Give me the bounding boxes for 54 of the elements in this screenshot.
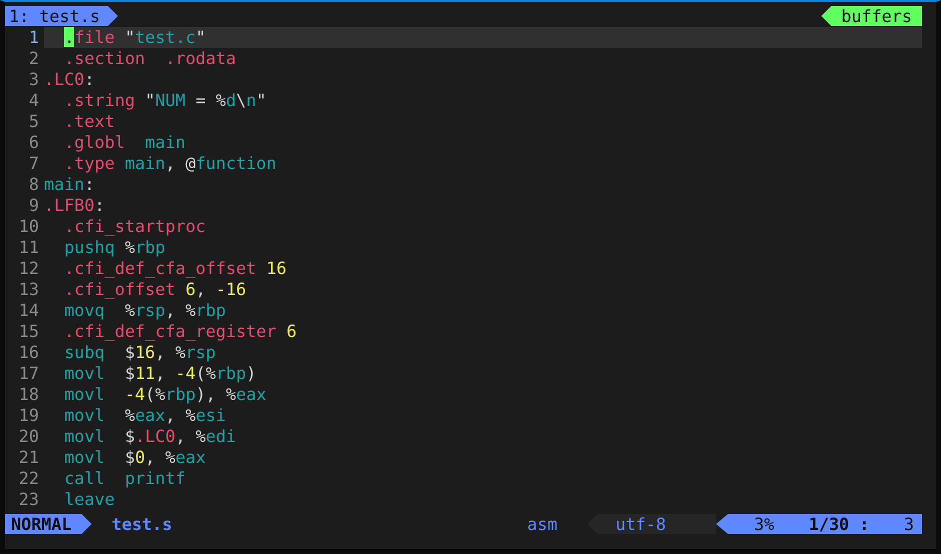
code-line: main:: [44, 174, 96, 195]
line-number: 20: [18, 426, 40, 447]
buffers-label: buffers: [821, 6, 922, 26]
line-number: 5: [28, 111, 40, 132]
cursor-position: 1/30 :: [808, 514, 870, 534]
line-number: 21: [18, 447, 40, 468]
code-line: movl $0, %eax: [63, 447, 207, 468]
code-line: .cfi_def_cfa_offset 16: [63, 258, 288, 279]
code-line: .type main, @function: [63, 153, 278, 174]
file-encoding: utf-8: [587, 514, 716, 534]
line-number: 11: [18, 237, 40, 258]
line-number: 3: [28, 69, 40, 90]
code-line: subq $16, %rsp: [63, 342, 217, 363]
code-line: .cfi_offset 6, -16: [63, 279, 248, 300]
line-number: 10: [18, 216, 40, 237]
line-number: 12: [18, 258, 40, 279]
line-number: 9: [28, 195, 40, 216]
code-line: .section .rodata: [63, 48, 237, 69]
code-line: .string "NUM = %d\n": [63, 90, 268, 111]
code-line: movl %eax, %esi: [63, 405, 227, 426]
line-number: 22: [18, 468, 40, 489]
line-number: 1: [28, 27, 40, 48]
code-line: movl $11, -4(%rbp): [63, 363, 258, 384]
line-number: 18: [18, 384, 40, 405]
code-line: .text: [63, 111, 116, 132]
code-line: .globl main: [63, 132, 186, 153]
line-number: 17: [18, 363, 40, 384]
code-line: .LC0:: [44, 69, 96, 90]
line-number: 2: [28, 48, 40, 69]
line-number: 13: [18, 279, 40, 300]
cursor-column: 3: [904, 514, 914, 534]
file-name: test.s: [110, 514, 172, 534]
mode-indicator: NORMAL: [5, 514, 92, 534]
code-line: movq %rsp, %rbp: [63, 300, 227, 321]
code-line: .LFB0:: [44, 195, 106, 216]
code-line: call printf: [63, 468, 186, 489]
code-line: movl -4(%rbp), %eax: [63, 384, 268, 405]
code-line: leave: [63, 489, 116, 510]
file-type: asm: [527, 514, 558, 534]
line-number: 23: [18, 489, 40, 510]
line-number: 4: [28, 90, 40, 111]
code-line: .cfi_def_cfa_register 6: [63, 321, 298, 342]
code-line: movl $.LC0, %edi: [63, 426, 237, 447]
line-number: 8: [28, 174, 40, 195]
line-number: 15: [18, 321, 40, 342]
buffer-tab[interactable]: 1: test.s: [5, 6, 118, 26]
line-number: 7: [28, 153, 40, 174]
code-line: pushq %rbp: [63, 237, 166, 258]
scroll-percent: 3%: [754, 514, 774, 534]
line-number: 16: [18, 342, 40, 363]
line-number: 14: [18, 300, 40, 321]
code-line: .cfi_startproc: [63, 216, 207, 237]
line-number: 6: [28, 132, 40, 153]
line-number: 19: [18, 405, 40, 426]
